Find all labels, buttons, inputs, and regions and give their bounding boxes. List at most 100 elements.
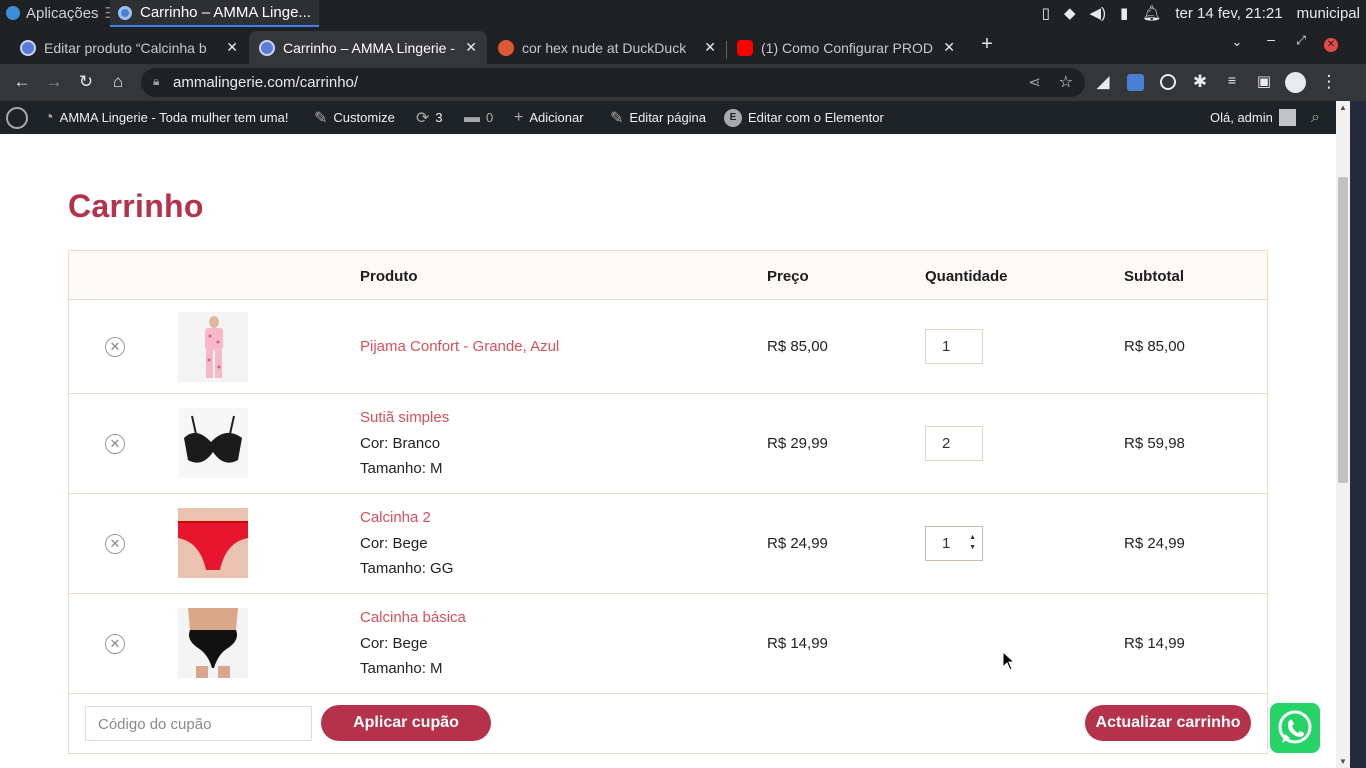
wordpress-logo-icon[interactable]: [6, 101, 28, 134]
variation-size: Tamanho: GG: [360, 560, 454, 577]
tab-search-icon[interactable]: ⌄: [1226, 34, 1248, 50]
remove-item-icon[interactable]: ✕: [105, 634, 125, 654]
close-tab-icon[interactable]: ✕: [465, 39, 477, 56]
elementor-icon: E: [724, 108, 742, 127]
youtube-icon: [737, 39, 753, 56]
product-name-link[interactable]: Sutiã simples: [360, 409, 449, 426]
pajama-image: [178, 312, 248, 382]
lock-icon[interactable]: 🔒︎: [153, 74, 159, 89]
page-title: Carrinho: [68, 188, 204, 224]
coupon-placeholder: Código do cupão: [98, 716, 212, 733]
reload-icon[interactable]: ↻: [75, 72, 97, 92]
tab-edit-product[interactable]: Editar produto “Calcinha b ✕: [10, 31, 248, 64]
wp-my-account[interactable]: Olá, admin: [1210, 101, 1296, 134]
brush-icon: ✎: [314, 109, 328, 127]
scrollbar-thumb[interactable]: [1338, 177, 1348, 483]
remove-item-icon[interactable]: ✕: [105, 434, 125, 454]
remove-item-icon[interactable]: ✕: [105, 337, 125, 357]
tab-duckduckgo[interactable]: cor hex nude at DuckDuck ✕: [488, 31, 726, 64]
product-thumbnail-calcinha-basica[interactable]: [178, 608, 248, 678]
scroll-up-icon[interactable]: ▲: [1339, 103, 1347, 112]
product-name-link[interactable]: Calcinha 2: [360, 509, 431, 526]
tab-youtube[interactable]: (1) Como Configurar PROD ✕: [727, 31, 965, 64]
quantity-input[interactable]: 1: [925, 329, 983, 364]
cart-table-header: Produto Preço Quantidade Subtotal: [69, 251, 1267, 300]
wp-edit-elementor[interactable]: E Editar com o Elementor: [724, 101, 884, 134]
remove-item-icon[interactable]: ✕: [105, 534, 125, 554]
wp-customize[interactable]: ✎ Customize: [314, 101, 395, 134]
translate-icon[interactable]: [1127, 74, 1144, 91]
chrome-menu-icon[interactable]: ⋮: [1318, 72, 1340, 92]
tab-carrinho[interactable]: Carrinho – AMMA Lingerie - ✕: [249, 31, 487, 64]
battery-icon[interactable]: ▮: [1120, 4, 1128, 22]
extension-icon[interactable]: ◢: [1092, 72, 1114, 92]
close-tab-icon[interactable]: ✕: [226, 39, 238, 56]
wp-updates[interactable]: ⟳ 3: [416, 101, 443, 134]
forward-icon[interactable]: →: [43, 72, 65, 92]
address-bar[interactable]: 🔒︎ ammalingerie.com/carrinho/ ⋖ ☆: [141, 68, 1085, 97]
reading-list-icon[interactable]: ≡: [1221, 72, 1243, 88]
quantity-input[interactable]: 1 ▲ ▼: [925, 526, 983, 561]
cart-row: ✕ Calcinha 2 Cor: Bege Tamanho: GG R$ 24…: [69, 494, 1267, 594]
coupon-code-input[interactable]: Código do cupão: [85, 706, 312, 741]
close-tab-icon[interactable]: ✕: [943, 39, 955, 56]
item-subtotal: R$ 24,99: [1124, 535, 1185, 552]
wordpress-icon: [259, 39, 275, 56]
home-icon[interactable]: ⌂: [107, 72, 129, 92]
wp-search[interactable]: ⌕: [1311, 101, 1320, 134]
scroll-down-icon[interactable]: ▼: [1339, 757, 1347, 766]
volume-icon[interactable]: ◀): [1089, 4, 1106, 22]
apply-coupon-button[interactable]: Aplicar cupão: [321, 705, 491, 741]
back-icon[interactable]: ←: [11, 72, 33, 92]
side-panel-icon[interactable]: ▣: [1253, 72, 1275, 90]
pencil-icon: ✎: [610, 109, 624, 127]
quantity-input[interactable]: 2: [925, 426, 983, 461]
extension-circle-icon[interactable]: [1160, 74, 1176, 90]
profile-avatar-icon[interactable]: [1285, 72, 1306, 93]
update-cart-button[interactable]: Actualizar carrinho: [1085, 705, 1251, 741]
product-thumbnail-calcinha2[interactable]: [178, 508, 248, 578]
notification-icon[interactable]: 🔔︎: [1142, 4, 1161, 22]
close-window-icon[interactable]: ✕: [1324, 38, 1338, 52]
bookmark-star-icon[interactable]: ☆: [1059, 72, 1073, 92]
header-price: Preço: [767, 268, 809, 285]
quantity-value: 1: [942, 338, 951, 355]
minimize-icon[interactable]: –: [1260, 31, 1282, 47]
item-price: R$ 14,99: [767, 635, 828, 652]
desktop-edge: [1350, 101, 1366, 768]
tab-title: Carrinho – AMMA Lingerie -: [283, 39, 455, 56]
datetime[interactable]: ter 14 fev, 21:21: [1175, 5, 1282, 22]
panty-black-image: [178, 608, 248, 678]
item-subtotal: R$ 85,00: [1124, 338, 1185, 355]
wifi-icon[interactable]: ◆: [1064, 4, 1076, 22]
customize-label: Customize: [333, 110, 395, 125]
close-tab-icon[interactable]: ✕: [704, 39, 716, 56]
active-window-title[interactable]: Carrinho – AMMA Linge...: [110, 0, 319, 27]
share-icon[interactable]: ⋖: [1028, 73, 1041, 91]
wp-edit-page[interactable]: ✎ Editar página: [610, 101, 706, 134]
extensions-puzzle-icon[interactable]: ✱: [1189, 72, 1211, 92]
wp-admin-bar: ◔ AMMA Lingerie - Toda mulher tem uma! ✎…: [0, 101, 1336, 134]
product-name-link[interactable]: Calcinha básica: [360, 609, 466, 626]
wp-site-name[interactable]: ◔ AMMA Lingerie - Toda mulher tem uma!: [44, 101, 288, 134]
url-text: ammalingerie.com/carrinho/: [173, 74, 359, 91]
wp-comments[interactable]: ▬ 0: [464, 101, 493, 134]
os-top-bar: Aplicações ☰ Carrinho – AMMA Linge... ▯ …: [0, 0, 1366, 27]
apps-menu[interactable]: Aplicações ☰: [6, 4, 118, 22]
variation-color: Cor: Branco: [360, 435, 441, 452]
clipboard-icon[interactable]: ▯: [1042, 4, 1050, 22]
product-thumbnail-pijama[interactable]: [178, 312, 248, 382]
new-tab-icon[interactable]: +: [976, 33, 998, 56]
product-name-link[interactable]: Pijama Confort - Grande, Azul: [360, 338, 559, 355]
page-scrollbar[interactable]: ▲ ▼: [1336, 101, 1350, 768]
bra-image: [178, 408, 248, 478]
header-product: Produto: [360, 268, 418, 285]
quantity-spinner-icon[interactable]: ▲ ▼: [969, 533, 976, 553]
user-name[interactable]: municipal: [1297, 5, 1360, 22]
product-thumbnail-sutia[interactable]: [178, 408, 248, 478]
wp-add-new[interactable]: + Adicionar: [514, 101, 584, 134]
system-tray: ▯ ◆ ◀) ▮ 🔔︎ ter 14 fev, 21:21 municipal: [1042, 4, 1360, 23]
maximize-icon[interactable]: ⤢: [1290, 33, 1312, 48]
whatsapp-button[interactable]: [1270, 703, 1320, 753]
cart-row: ✕ Sutiã simples Cor: Branco Tamanho: M R…: [69, 394, 1267, 494]
